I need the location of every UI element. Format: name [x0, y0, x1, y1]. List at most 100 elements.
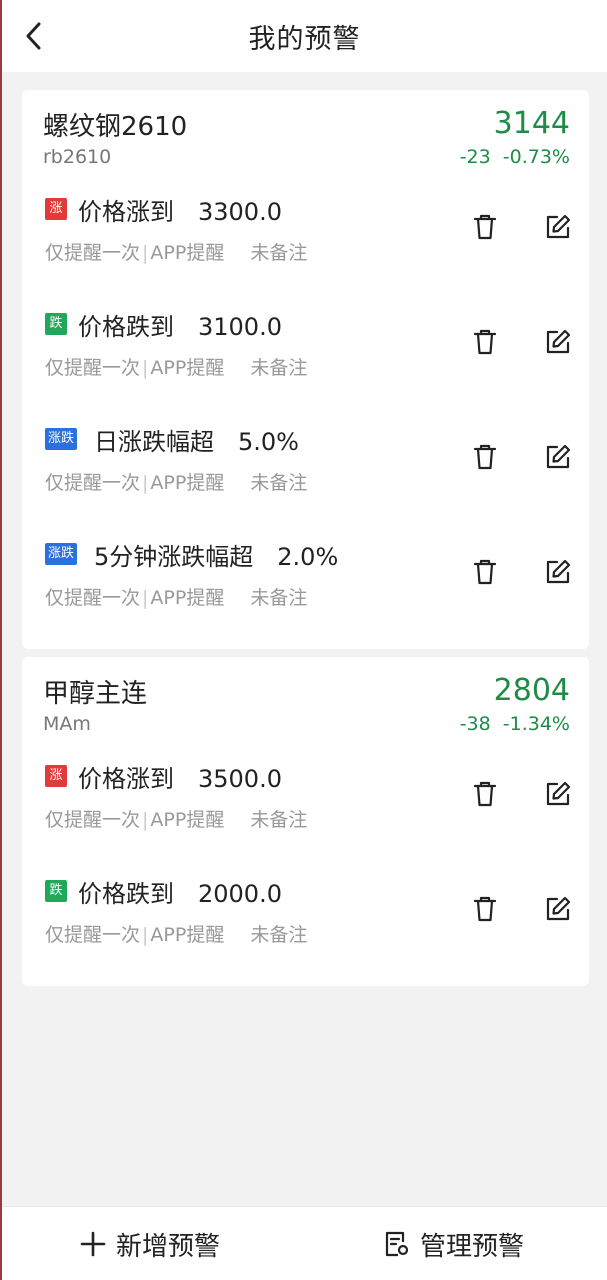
instrument-change: -38 -1.34% — [459, 713, 570, 735]
plus-icon — [80, 1231, 106, 1257]
alert-condition-label: 价格涨到 — [78, 765, 174, 793]
alert-channel: APP提醒 — [150, 924, 225, 946]
alert-meta: 仅提醒一次 | APP提醒 未备注 — [45, 920, 307, 947]
trash-icon — [473, 896, 497, 922]
alert-condition-label: 价格跌到 — [78, 880, 174, 908]
delete-alert-button[interactable] — [468, 555, 502, 589]
alert-channel: APP提醒 — [150, 472, 225, 494]
alert-channel: APP提醒 — [150, 809, 225, 831]
edit-alert-button[interactable] — [541, 777, 575, 811]
alert-type-badge: 涨 — [45, 765, 67, 787]
alert-meta: 仅提醒一次 | APP提醒 未备注 — [45, 238, 307, 265]
alert-note: 未备注 — [250, 242, 308, 264]
alert-meta: 仅提醒一次 | APP提醒 未备注 — [45, 468, 307, 495]
alert-condition: 价格涨到 3300.0 — [78, 192, 282, 227]
alert-item[interactable]: 跌 价格跌到 3100.0 仅提醒一次 | APP提醒 未备注 — [22, 297, 589, 397]
alert-value: 5.0% — [238, 428, 299, 456]
alert-frequency: 仅提醒一次 — [45, 587, 141, 609]
chevron-left-icon — [26, 22, 41, 50]
instrument-price: 3144 — [493, 106, 570, 141]
alert-condition-label: 日涨跌幅超 — [94, 428, 214, 456]
alert-type-badge: 涨跌 — [45, 428, 78, 450]
instrument-price: 2804 — [493, 673, 570, 708]
alert-value: 3100.0 — [198, 313, 282, 341]
alert-condition-label: 价格跌到 — [78, 313, 174, 341]
alert-value: 3500.0 — [198, 765, 282, 793]
add-alert-button[interactable]: 新增预警 — [80, 1207, 220, 1280]
divider: | — [142, 587, 149, 609]
edit-alert-button[interactable] — [541, 440, 575, 474]
alert-type-badge: 跌 — [45, 313, 67, 335]
delete-alert-button[interactable] — [468, 325, 502, 359]
alert-condition-label: 5分钟涨跌幅超 — [94, 543, 254, 571]
top-nav-bar: 我的预警 — [2, 0, 607, 72]
alert-item[interactable]: 跌 价格跌到 2000.0 仅提醒一次 | APP提醒 未备注 — [22, 864, 589, 964]
trash-icon — [473, 214, 497, 240]
alert-meta: 仅提醒一次 | APP提醒 未备注 — [45, 353, 307, 380]
alert-note: 未备注 — [250, 924, 308, 946]
alert-item[interactable]: 涨跌 日涨跌幅超 5.0% 仅提醒一次 | APP提醒 未备注 — [22, 412, 589, 512]
edit-alert-button[interactable] — [541, 210, 575, 244]
alert-meta: 仅提醒一次 | APP提醒 未备注 — [45, 805, 307, 832]
divider: | — [142, 809, 149, 831]
add-alert-label: 新增预警 — [116, 1231, 221, 1262]
alert-condition: 5分钟涨跌幅超 2.0% — [94, 537, 338, 572]
instrument-code: MAm — [43, 713, 91, 735]
delete-alert-button[interactable] — [468, 210, 502, 244]
alert-note: 未备注 — [250, 357, 308, 379]
alert-frequency: 仅提醒一次 — [45, 809, 141, 831]
alert-item[interactable]: 涨跌 5分钟涨跌幅超 2.0% 仅提醒一次 | APP提醒 未备注 — [22, 527, 589, 627]
trash-icon — [473, 329, 497, 355]
alert-meta: 仅提醒一次 | APP提醒 未备注 — [45, 583, 307, 610]
trash-icon — [473, 444, 497, 470]
edit-alert-button[interactable] — [541, 892, 575, 926]
alert-frequency: 仅提醒一次 — [45, 357, 141, 379]
alert-item[interactable]: 涨 价格涨到 3300.0 仅提醒一次 | APP提醒 未备注 — [22, 182, 589, 282]
manage-alerts-button[interactable]: 管理预警 — [384, 1207, 524, 1280]
alert-condition-label: 价格涨到 — [78, 198, 174, 226]
bottom-action-bar: 新增预警 管理预警 — [2, 1206, 607, 1280]
instrument-code: rb2610 — [43, 146, 112, 168]
divider: | — [142, 357, 149, 379]
edit-icon — [546, 559, 571, 584]
alert-item[interactable]: 涨 价格涨到 3500.0 仅提醒一次 | APP提醒 未备注 — [22, 749, 589, 849]
delete-alert-button[interactable] — [468, 777, 502, 811]
alert-note: 未备注 — [250, 587, 308, 609]
instrument-change: -23 -0.73% — [459, 146, 570, 168]
divider: | — [142, 242, 149, 264]
alert-frequency: 仅提醒一次 — [45, 924, 141, 946]
alert-note: 未备注 — [250, 472, 308, 494]
divider: | — [142, 924, 149, 946]
alert-type-badge: 涨 — [45, 198, 67, 220]
alert-frequency: 仅提醒一次 — [45, 472, 141, 494]
delete-alert-button[interactable] — [468, 892, 502, 926]
edit-icon — [546, 781, 571, 806]
alert-value: 2.0% — [277, 543, 339, 571]
trash-icon — [473, 781, 497, 807]
instrument-name: 螺纹钢2610 — [43, 112, 188, 142]
alert-channel: APP提醒 — [150, 357, 225, 379]
divider: | — [142, 472, 149, 494]
alert-channel: APP提醒 — [150, 242, 225, 264]
instrument-name: 甲醇主连 — [43, 679, 148, 709]
alert-condition: 日涨跌幅超 5.0% — [94, 422, 299, 457]
delete-alert-button[interactable] — [468, 440, 502, 474]
alert-condition: 价格跌到 3100.0 — [78, 307, 282, 342]
alert-value: 2000.0 — [198, 880, 282, 908]
alert-condition: 价格跌到 2000.0 — [78, 874, 282, 909]
manage-alerts-label: 管理预警 — [420, 1231, 525, 1262]
alert-condition: 价格涨到 3500.0 — [78, 759, 282, 794]
manage-list-icon — [385, 1231, 409, 1257]
alert-frequency: 仅提醒一次 — [45, 242, 141, 264]
edit-icon — [546, 444, 571, 469]
back-button[interactable] — [16, 18, 52, 54]
edit-alert-button[interactable] — [541, 325, 575, 359]
page-title: 我的预警 — [248, 23, 361, 55]
instrument-card: 甲醇主连 MAm 2804 -38 -1.34% 涨 价格涨到 3500.0 仅提… — [22, 657, 589, 986]
edit-alert-button[interactable] — [541, 555, 575, 589]
alert-channel: APP提醒 — [150, 587, 225, 609]
instrument-card: 螺纹钢2610 rb2610 3144 -23 -0.73% 涨 价格涨到 330… — [22, 90, 589, 649]
alert-type-badge: 涨跌 — [45, 543, 78, 565]
trash-icon — [473, 559, 497, 585]
edit-icon — [546, 214, 571, 239]
